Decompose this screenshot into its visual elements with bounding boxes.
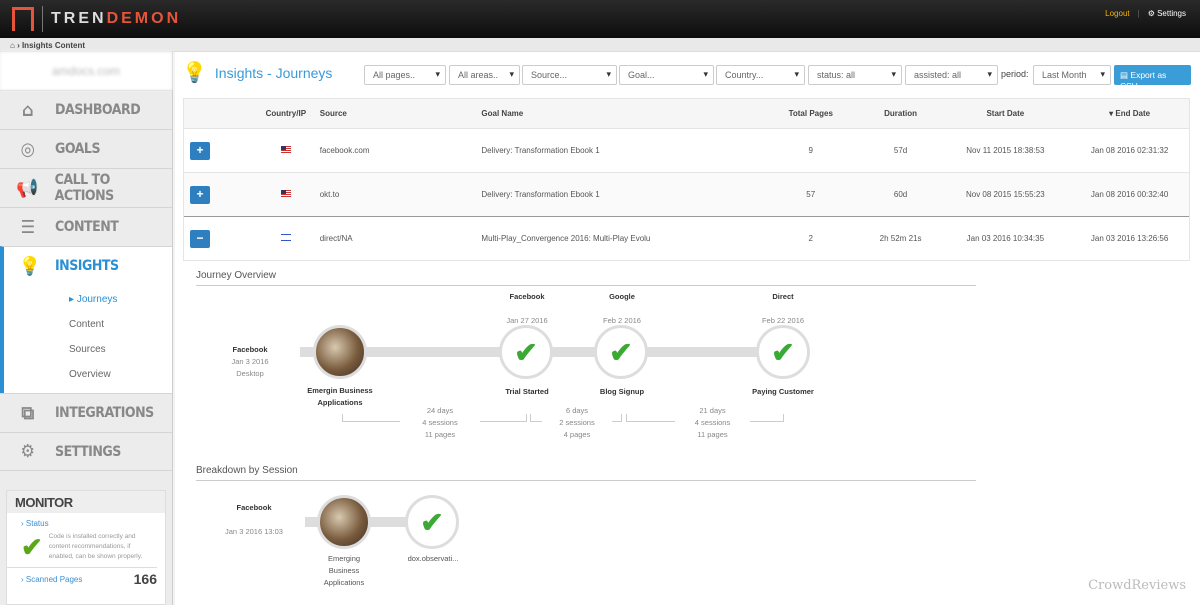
table-row-expanded: − direct/NA Multi-Play_Convergence 2016: …: [184, 216, 1189, 260]
check-icon: ✔: [21, 532, 43, 562]
gap-stats: 21 days 4 sessions 11 pages: [675, 405, 750, 441]
logout-link[interactable]: Logout: [1105, 9, 1129, 18]
home-icon[interactable]: ⌂: [10, 41, 15, 50]
journey-overview-title: Journey Overview: [196, 270, 976, 286]
status-filter[interactable]: status: all: [808, 65, 902, 85]
collapse-button[interactable]: −: [190, 229, 210, 248]
expand-button[interactable]: +: [190, 141, 210, 160]
table-row: + okt.to Delivery: Transformation Ebook 1…: [184, 172, 1189, 216]
home-icon: ⌂: [21, 99, 34, 121]
period-select[interactable]: Last Month: [1033, 65, 1111, 85]
us-flag-icon: [280, 190, 291, 197]
goal-node-check-icon[interactable]: ✔: [756, 325, 810, 379]
settings-link[interactable]: ⚙ Settings: [1148, 9, 1186, 18]
target-icon: ◎: [20, 138, 35, 160]
sidebar-item-goals[interactable]: ◎ GOALS: [0, 129, 172, 168]
page-node-check-icon[interactable]: ✔: [405, 495, 459, 549]
goal-filter[interactable]: Goal...: [619, 65, 714, 85]
sidebar-item-integrations[interactable]: ⧉ INTEGRATIONS: [0, 393, 172, 432]
gap-stats: 24 days 4 sessions 11 pages: [400, 405, 480, 441]
sort-end-date[interactable]: ▾ End Date: [1070, 109, 1189, 118]
list-icon: ☰: [20, 216, 35, 238]
watermark: CrowdReviews: [1088, 578, 1186, 593]
scanned-pages-link[interactable]: › Scanned Pages: [21, 575, 82, 584]
content-thumbnail[interactable]: [317, 495, 371, 549]
sidebar-item-content[interactable]: ☰ CONTENT: [0, 207, 172, 246]
journey-start: Facebook Jan 3 2016 Desktop: [231, 345, 269, 378]
subitem-journeys[interactable]: ▸ Journeys: [4, 287, 172, 312]
sidebar-item-call-to-actions[interactable]: 📢 CALL TO ACTIONS: [0, 168, 172, 207]
export-csv-button[interactable]: ▤ Export as CSV: [1114, 65, 1191, 91]
breakdown-title: Breakdown by Session: [196, 465, 976, 481]
source-filter[interactable]: Source...: [522, 65, 617, 85]
subitem-content[interactable]: Content: [4, 312, 172, 337]
sidebar-item-insights[interactable]: 💡 INSIGHTS: [0, 246, 172, 285]
assisted-filter[interactable]: assisted: all: [905, 65, 998, 85]
insights-submenu: ▸ Journeys Content Sources Overview: [0, 285, 172, 393]
table-row: + facebook.com Delivery: Transformation E…: [184, 128, 1189, 172]
expand-button[interactable]: +: [190, 185, 210, 204]
account-name: amdocs.com: [0, 52, 172, 90]
page-title: 💡 Insights - Journeys: [182, 62, 333, 84]
content-thumbnail[interactable]: [313, 325, 367, 379]
us-flag-icon: [280, 146, 291, 153]
gear-icon: ⚙: [1147, 9, 1158, 18]
scanned-pages-count: 166: [133, 571, 157, 587]
pages-filter[interactable]: All pages..: [364, 65, 446, 85]
goal-node-check-icon[interactable]: ✔: [594, 325, 648, 379]
monitor-panel: MONITOR › Status ✔ Code is installed cor…: [6, 490, 166, 605]
journeys-table: Country/IP Source Goal Name Total Pages …: [183, 98, 1190, 261]
subitem-sources[interactable]: Sources: [4, 337, 172, 362]
gap-stats: 6 days 2 sessions 4 pages: [542, 405, 612, 441]
goal-node-check-icon[interactable]: ✔: [499, 325, 553, 379]
monitor-title: MONITOR: [7, 491, 165, 513]
sidebar-item-dashboard[interactable]: ⌂ DASHBOARD: [0, 90, 172, 129]
status-link[interactable]: › Status: [7, 513, 165, 528]
table-header: Country/IP Source Goal Name Total Pages …: [184, 99, 1189, 128]
areas-filter[interactable]: All areas..: [449, 65, 520, 85]
session-start: Facebook Jan 3 2016 13:03: [225, 503, 283, 536]
megaphone-icon: 📢: [16, 177, 39, 199]
il-flag-icon: [280, 234, 291, 241]
logo-icon: [12, 7, 34, 31]
period-label: period:: [1001, 69, 1029, 79]
lightbulb-icon: 💡: [182, 62, 207, 84]
file-icon: ▤: [1120, 70, 1131, 80]
sidebar-item-settings[interactable]: ⚙ SETTINGS: [0, 432, 172, 471]
integrations-icon: ⧉: [21, 402, 34, 424]
breadcrumb: ⌂ › Insights Content: [0, 38, 1200, 52]
country-filter[interactable]: Country...: [716, 65, 805, 85]
subitem-overview[interactable]: Overview: [4, 362, 172, 387]
top-bar: TRENDEMON Logout | ⚙ Settings: [0, 0, 1200, 38]
lightbulb-icon: 💡: [18, 255, 41, 277]
logo[interactable]: TRENDEMON: [12, 6, 181, 32]
gear-icon: ⚙: [20, 441, 35, 462]
